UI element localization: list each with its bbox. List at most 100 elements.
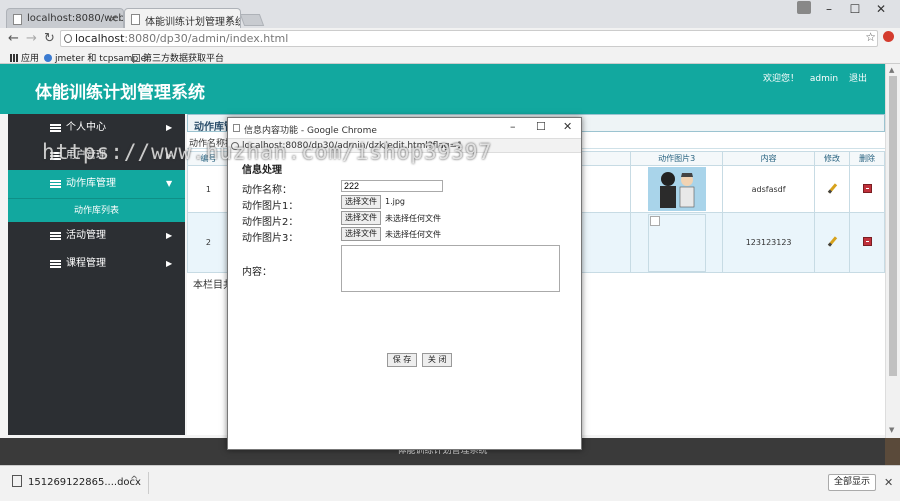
pencil-icon[interactable] (827, 236, 837, 247)
form-row-image1: 动作图片1： 选择文件 1.jpg (242, 195, 572, 212)
image-cell (630, 212, 724, 273)
tab-system[interactable]: 体能训练计划管理系统 × (124, 8, 241, 30)
info-icon[interactable] (64, 34, 72, 43)
chevron-right-icon: ▶ (166, 231, 173, 240)
bookmarks-bar: 应用 jmeter 和 tcpsample 第三方数据获取平台 (0, 49, 900, 64)
action-name-input[interactable] (341, 180, 443, 192)
browser-tabstrip: localhost:8080/webto × 体能训练计划管理系统 × – ☐ … (0, 0, 900, 30)
tab-webto[interactable]: localhost:8080/webto × (6, 8, 124, 30)
close-button[interactable]: 关 闭 (422, 353, 453, 367)
delete-cell[interactable] (849, 165, 885, 213)
choose-file-button-3[interactable]: 选择文件 (341, 227, 381, 241)
logout-link[interactable]: 退出 (849, 74, 867, 84)
column-header: 动作图片3 (630, 151, 724, 166)
delete-icon[interactable] (862, 237, 872, 246)
edit-cell[interactable] (814, 165, 851, 213)
sidebar-item-actions[interactable]: 动作库管理 ▼ (8, 170, 185, 198)
url-path: :8080/dp30/admin/index.html (124, 32, 289, 45)
row-id: 2 (187, 212, 230, 273)
sidebar-subitem-action-list[interactable]: 动作库列表 (8, 198, 185, 222)
minimize-icon[interactable]: – (510, 120, 516, 133)
content-textarea[interactable] (341, 245, 560, 292)
menu-icon (50, 180, 61, 188)
profile-icon[interactable] (797, 1, 811, 14)
save-button[interactable]: 保 存 (387, 353, 417, 367)
edit-cell[interactable] (814, 212, 851, 273)
action-thumbnail (647, 167, 706, 211)
file-name: 未选择任何文件 (385, 230, 441, 239)
url-host: localhost (75, 32, 125, 45)
page-icon (131, 14, 140, 25)
watermark: https://www.huzhan.com/ishop39397 (42, 140, 493, 164)
downloads-bar: 151269122865....docx ^ 全部显示 ✕ (0, 465, 900, 501)
chevron-right-icon: ▶ (166, 259, 173, 268)
field-label: 内容： (242, 267, 272, 278)
reload-icon[interactable]: ↻ (44, 31, 55, 46)
bookmark-jmeter[interactable]: jmeter 和 tcpsample (44, 51, 146, 64)
show-all-button[interactable]: 全部显示 (828, 474, 876, 491)
close-icon[interactable]: × (109, 12, 118, 25)
broken-image-icon (647, 213, 706, 272)
file-name: 未选择任何文件 (385, 214, 441, 223)
download-item[interactable]: 151269122865....docx (12, 475, 141, 488)
form-buttons: 保 存 关 闭 (387, 353, 454, 367)
popup-titlebar: 信息内容功能 - Google Chrome – ☐ ✕ (228, 118, 581, 138)
close-icon[interactable]: × (226, 12, 235, 25)
edit-popup-window: 信息内容功能 - Google Chrome – ☐ ✕ localhost:8… (227, 117, 582, 450)
edit-form: 信息处理 动作名称： 动作图片1： 选择文件 1.jpg 动作图片2： 选择文件… (242, 161, 572, 367)
field-label: 动作图片3： (242, 233, 299, 244)
star-icon[interactable]: ☆ (865, 30, 876, 44)
maximize-icon[interactable]: ☐ (842, 2, 868, 16)
shield-icon (44, 54, 52, 62)
delete-icon[interactable] (862, 183, 872, 193)
field-label: 动作名称： (242, 185, 292, 196)
back-icon[interactable]: ← (8, 31, 19, 46)
close-icon[interactable]: ✕ (884, 476, 893, 489)
choose-file-button-2[interactable]: 选择文件 (341, 211, 381, 225)
bookmark-third-party[interactable]: 第三方数据获取平台 (132, 51, 224, 64)
welcome-text: 欢迎您！ (763, 74, 800, 84)
bookmark-apps[interactable]: 应用 (10, 51, 39, 64)
row-content: 123123123 (722, 212, 816, 273)
choose-file-button-1[interactable]: 选择文件 (341, 195, 381, 209)
close-window-icon[interactable]: ✕ (868, 2, 894, 16)
forward-icon[interactable]: → (26, 31, 37, 46)
chevron-right-icon: ▶ (166, 123, 173, 132)
address-bar[interactable]: localhost:8080/dp30/admin/index.html (60, 30, 878, 47)
sidebar-item-activities[interactable]: 活动管理 ▶ (8, 222, 185, 250)
page-icon (132, 54, 140, 62)
maximize-icon[interactable]: ☐ (536, 120, 546, 133)
browser-toolbar: ← → ↻ localhost:8080/dp30/admin/index.ht… (0, 28, 900, 49)
close-window-icon[interactable]: ✕ (563, 120, 572, 133)
divider (148, 472, 149, 494)
scroll-thumb[interactable] (889, 76, 897, 376)
scroll-up-icon[interactable]: ▲ (889, 66, 894, 74)
menu-icon (50, 124, 61, 132)
apps-icon (10, 54, 18, 62)
popup-title: 信息内容功能 - Google Chrome (244, 126, 377, 136)
sidebar-item-profile[interactable]: 个人中心 ▶ (8, 114, 185, 142)
file-name: 1.jpg (385, 197, 406, 206)
chevron-up-icon[interactable]: ^ (130, 475, 138, 486)
column-header: 修改 (814, 151, 851, 166)
app-title: 体能训练计划管理系统 (35, 83, 205, 103)
scroll-down-icon[interactable]: ▼ (889, 426, 894, 434)
pencil-icon[interactable] (827, 182, 837, 194)
new-tab-button[interactable] (239, 14, 265, 26)
sidebar-item-courses[interactable]: 课程管理 ▶ (8, 250, 185, 278)
page-scrollbar[interactable]: ▲ ▼ (885, 64, 900, 438)
row-content: adsfasdf (722, 165, 816, 213)
document-icon (12, 475, 22, 487)
form-row-image2: 动作图片2： 选择文件 未选择任何文件 (242, 211, 572, 228)
column-header: 内容 (722, 151, 816, 166)
delete-cell[interactable] (849, 212, 885, 273)
form-row-content: 内容： (242, 245, 572, 295)
image-cell (630, 165, 724, 213)
extension-icon[interactable] (883, 31, 894, 42)
minimize-icon[interactable]: – (816, 2, 842, 16)
menu-icon (50, 260, 61, 268)
username: admin (809, 74, 839, 84)
chevron-down-icon: ▼ (166, 179, 173, 188)
field-label: 动作图片2： (242, 217, 299, 228)
menu-icon (50, 232, 61, 240)
